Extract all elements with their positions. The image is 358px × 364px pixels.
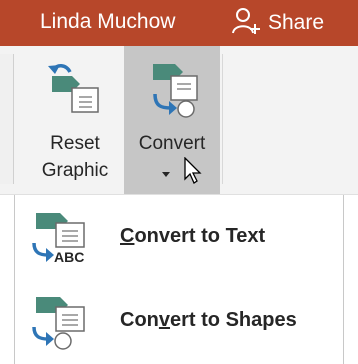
convert-icon [143, 60, 201, 127]
mouse-pointer-icon [183, 156, 203, 192]
convert-label: Convert [138, 133, 206, 154]
reset-label-line1: Reset [50, 133, 100, 154]
share-person-icon [232, 6, 262, 41]
reset-label-line2: Graphic [41, 160, 109, 181]
share-button[interactable]: Share [228, 5, 354, 41]
share-label: Share [268, 11, 325, 34]
convert-to-shapes-item[interactable]: Convert to Shapes [14, 281, 344, 364]
title-bar: Linda Muchow Share [0, 0, 358, 46]
convert-to-text-item[interactable]: ABC Convert to Text [14, 197, 344, 281]
ribbon-divider [0, 54, 14, 184]
reset-graphic-button[interactable]: Reset Graphic [30, 46, 120, 194]
convert-to-shapes-icon [30, 291, 100, 358]
convert-to-shapes-label: Convert to Shapes [120, 309, 297, 331]
chevron-down-icon [162, 172, 170, 177]
ribbon-group: Reset Graphic Convert [0, 46, 358, 194]
user-name[interactable]: Linda Muchow [40, 9, 175, 35]
convert-to-text-icon: ABC [30, 207, 100, 274]
svg-text:ABC: ABC [54, 249, 84, 265]
convert-button[interactable]: Convert [124, 46, 220, 194]
convert-dropdown-menu: ABC Convert to Text Convert to Shapes [0, 194, 358, 364]
convert-to-text-label: Convert to Text [120, 225, 266, 247]
reset-graphic-icon [46, 60, 104, 127]
ribbon-separator [222, 54, 223, 184]
